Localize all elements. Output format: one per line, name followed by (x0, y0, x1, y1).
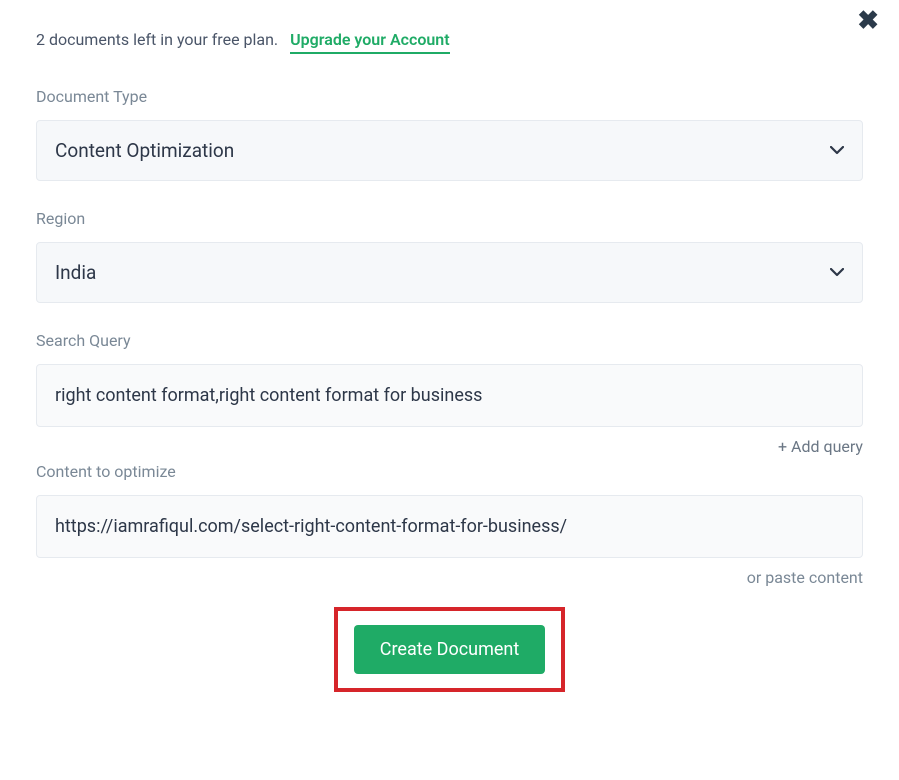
highlight-box: Create Document (334, 607, 565, 692)
region-group: Region India (36, 209, 863, 303)
document-type-select[interactable]: Content Optimization (36, 120, 863, 181)
button-wrap: Create Document (36, 607, 863, 692)
content-optimize-label: Content to optimize (36, 462, 863, 481)
close-icon[interactable]: ✖ (857, 8, 879, 34)
document-type-group: Document Type Content Optimization (36, 87, 863, 181)
search-query-input[interactable] (36, 364, 863, 427)
search-query-group: Search Query + Add query (36, 331, 863, 456)
region-value: India (55, 261, 96, 284)
chevron-down-icon (830, 143, 844, 159)
content-optimize-group: Content to optimize or paste content (36, 462, 863, 587)
plan-notice: 2 documents left in your free plan. Upgr… (36, 30, 863, 49)
content-optimize-input[interactable] (36, 495, 863, 558)
search-query-label: Search Query (36, 331, 863, 350)
document-type-value: Content Optimization (55, 139, 234, 162)
form-container: 2 documents left in your free plan. Upgr… (0, 0, 899, 712)
plan-text: 2 documents left in your free plan. (36, 30, 278, 49)
create-document-button[interactable]: Create Document (354, 625, 545, 674)
upgrade-account-link[interactable]: Upgrade your Account (290, 30, 450, 54)
paste-content-hint: or paste content (36, 568, 863, 587)
document-type-label: Document Type (36, 87, 863, 106)
chevron-down-icon (830, 265, 844, 281)
region-label: Region (36, 209, 863, 228)
add-query-link[interactable]: + Add query (36, 437, 863, 456)
region-select[interactable]: India (36, 242, 863, 303)
